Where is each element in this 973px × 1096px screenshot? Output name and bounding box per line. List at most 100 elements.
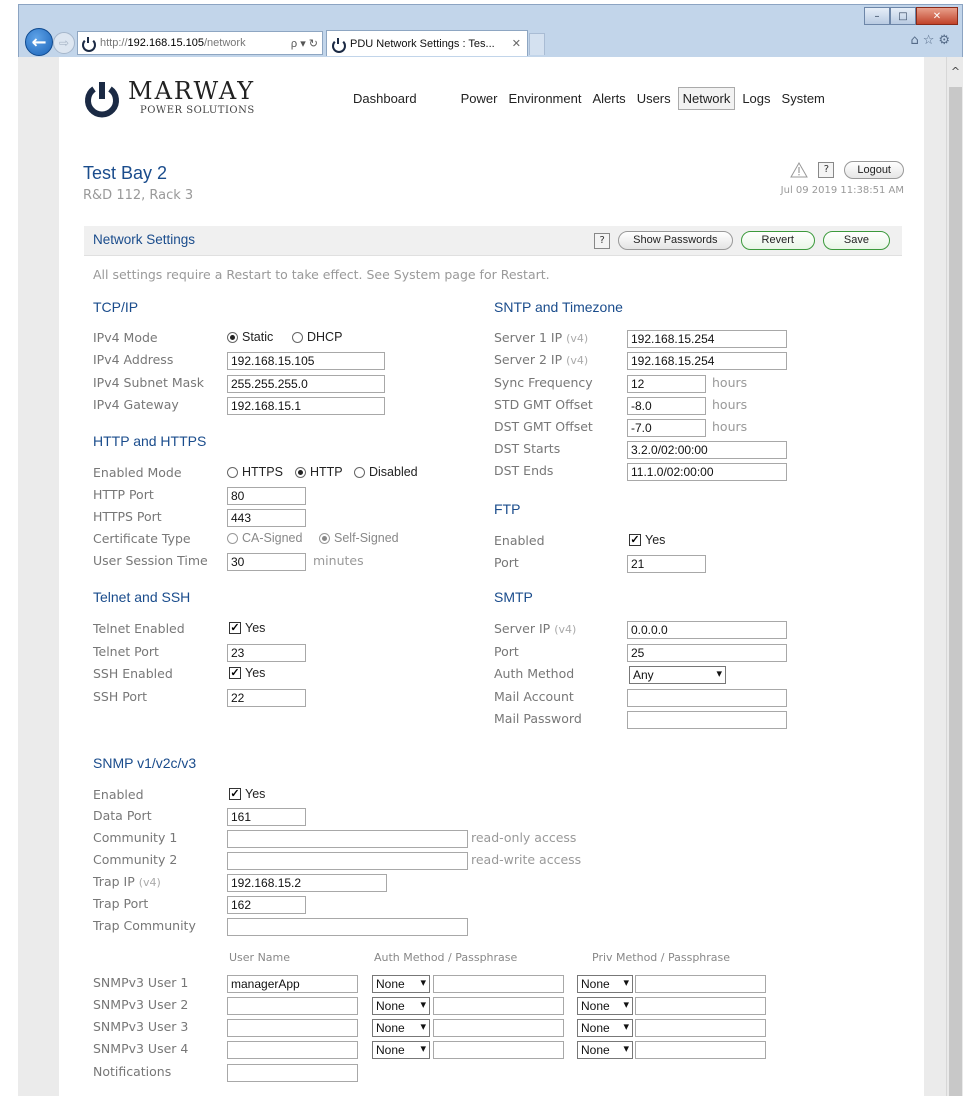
chevron-down-icon: ▾: [623, 999, 629, 1011]
marway-logo[interactable]: MARWAY POWER SOLUTIONS: [82, 77, 262, 119]
community1-input[interactable]: [227, 830, 468, 848]
nav-environment[interactable]: Environment: [504, 88, 585, 109]
help-icon[interactable]: ?: [818, 162, 835, 178]
snmpv3-priv-passphrase-input[interactable]: [635, 1041, 766, 1059]
ssh-port-input[interactable]: 22: [227, 689, 306, 707]
back-arrow-icon[interactable]: ←: [25, 28, 53, 56]
ftp-enabled-checkbox[interactable]: ✓ Yes: [629, 533, 665, 547]
cert-ca-signed-radio[interactable]: CA-Signed: [227, 531, 302, 545]
snmpv3-user-name-input[interactable]: [227, 1019, 358, 1037]
nav-users[interactable]: Users: [633, 88, 675, 109]
snmpv3-user-name-input[interactable]: managerApp: [227, 975, 358, 993]
nav-logs[interactable]: Logs: [738, 88, 774, 109]
nav-power[interactable]: Power: [457, 88, 502, 109]
smtp-port-input[interactable]: 25: [627, 644, 787, 662]
show-passwords-button[interactable]: Show Passwords: [618, 231, 733, 250]
smtp-server-input[interactable]: 0.0.0.0: [627, 621, 787, 639]
snmpv3-priv-select[interactable]: None ▾: [577, 1019, 633, 1037]
logout-button[interactable]: Logout: [844, 161, 904, 179]
snmpv3-auth-select[interactable]: None ▾: [372, 1019, 430, 1037]
snmpv3-user-name-input[interactable]: [227, 1041, 358, 1059]
dst-starts-input[interactable]: 3.2.0/02:00:00: [627, 441, 787, 459]
ipv4-mode-static-radio[interactable]: Static: [227, 330, 273, 344]
select-value: None: [581, 1043, 610, 1057]
ipv4-mask-input[interactable]: 255.255.255.0: [227, 375, 385, 393]
sync-unit: hours: [712, 375, 748, 390]
snmpv3-auth-select[interactable]: None ▾: [372, 1041, 430, 1059]
browser-tools-icons[interactable]: ⌂☆⚙: [910, 33, 954, 48]
sync-frequency-input[interactable]: 12: [627, 375, 706, 393]
address-prefix: http://: [100, 37, 128, 49]
dst-offset-label: DST GMT Offset: [494, 419, 593, 434]
ipv4-mode-dhcp-radio[interactable]: DHCP: [292, 330, 342, 344]
snmpv3-priv-select[interactable]: None ▾: [577, 1041, 633, 1059]
snmpv3-auth-select[interactable]: None ▾: [372, 975, 430, 993]
warning-triangle-icon[interactable]: [790, 162, 809, 178]
http-port-input[interactable]: 80: [227, 487, 306, 505]
snmpv3-priv-passphrase-input[interactable]: [635, 997, 766, 1015]
nav-dashboard[interactable]: Dashboard: [349, 88, 421, 109]
mail-account-input[interactable]: [627, 689, 787, 707]
auth-method-select[interactable]: Any ▾: [629, 666, 726, 684]
community2-label: Community 2: [93, 852, 178, 867]
https-port-input[interactable]: 443: [227, 509, 306, 527]
close-window-button[interactable]: ✕: [916, 7, 958, 25]
snmp-enabled-checkbox[interactable]: ✓ Yes: [229, 787, 265, 801]
scrollbar-thumb[interactable]: [949, 87, 962, 1096]
http-mode-disabled-radio[interactable]: Disabled: [354, 465, 418, 479]
session-time-input[interactable]: 30: [227, 553, 306, 571]
dst-offset-input[interactable]: -7.0: [627, 419, 706, 437]
cert-self-signed-radio[interactable]: Self-Signed: [319, 531, 399, 545]
minimize-button[interactable]: –: [864, 7, 890, 25]
http-mode-http-radio[interactable]: HTTP: [295, 465, 343, 479]
notifications-input[interactable]: [227, 1064, 358, 1082]
ipv4-gateway-input[interactable]: 192.168.15.1: [227, 397, 385, 415]
address-bar[interactable]: http://192.168.15.105/network ρ ▾ ↻: [77, 31, 323, 55]
snmpv3-user-name-input[interactable]: [227, 997, 358, 1015]
nav-alerts[interactable]: Alerts: [588, 88, 629, 109]
data-port-label: Data Port: [93, 808, 152, 823]
snmpv3-auth-passphrase-input[interactable]: [433, 975, 564, 993]
telnet-enabled-checkbox[interactable]: ✓ Yes: [229, 621, 265, 635]
server2-input[interactable]: 192.168.15.254: [627, 352, 787, 370]
address-tools-icon[interactable]: ρ ▾ ↻: [291, 37, 322, 50]
section-http: HTTP and HTTPS: [93, 433, 207, 449]
snmpv3-priv-select[interactable]: None ▾: [577, 997, 633, 1015]
trap-port-input[interactable]: 162: [227, 896, 306, 914]
community2-input[interactable]: [227, 852, 468, 870]
dst-ends-input[interactable]: 11.1.0/02:00:00: [627, 463, 787, 481]
std-offset-input[interactable]: -8.0: [627, 397, 706, 415]
restart-note: All settings require a Restart to take e…: [93, 267, 550, 282]
maximize-button[interactable]: □: [890, 7, 916, 25]
ipv4-address-input[interactable]: 192.168.15.105: [227, 352, 385, 370]
ssh-enabled-checkbox[interactable]: ✓ Yes: [229, 666, 265, 680]
data-port-input[interactable]: 161: [227, 808, 306, 826]
save-button[interactable]: Save: [822, 231, 890, 250]
trap-ip-input[interactable]: 192.168.15.2: [227, 874, 387, 892]
mail-password-input[interactable]: [627, 711, 787, 729]
panel-help-icon[interactable]: ?: [594, 232, 611, 249]
select-value: None: [376, 1021, 405, 1035]
ftp-port-input[interactable]: 21: [627, 555, 706, 573]
tab-close-icon[interactable]: ✕: [512, 37, 521, 50]
http-mode-https-radio[interactable]: HTTPS: [227, 465, 283, 479]
snmpv3-auth-passphrase-input[interactable]: [433, 1041, 564, 1059]
scroll-up-icon[interactable]: ^: [947, 65, 964, 78]
telnet-port-input[interactable]: 23: [227, 644, 306, 662]
snmpv3-auth-passphrase-input[interactable]: [433, 1019, 564, 1037]
snmpv3-auth-select[interactable]: None ▾: [372, 997, 430, 1015]
forward-arrow-icon[interactable]: ⇨: [53, 32, 75, 54]
dst-offset-unit: hours: [712, 419, 748, 434]
revert-button[interactable]: Revert: [740, 231, 815, 250]
snmpv3-priv-passphrase-input[interactable]: [635, 1019, 766, 1037]
nav-network[interactable]: Network: [677, 87, 736, 110]
new-tab-button[interactable]: [529, 33, 545, 55]
snmpv3-priv-select[interactable]: None ▾: [577, 975, 633, 993]
snmpv3-auth-passphrase-input[interactable]: [433, 997, 564, 1015]
vertical-scrollbar[interactable]: ^: [946, 57, 963, 1096]
trap-community-input[interactable]: [227, 918, 468, 936]
server1-input[interactable]: 192.168.15.254: [627, 330, 787, 348]
snmpv3-priv-passphrase-input[interactable]: [635, 975, 766, 993]
browser-tab[interactable]: PDU Network Settings : Tes... ✕: [326, 30, 528, 56]
nav-system[interactable]: System: [778, 88, 829, 109]
